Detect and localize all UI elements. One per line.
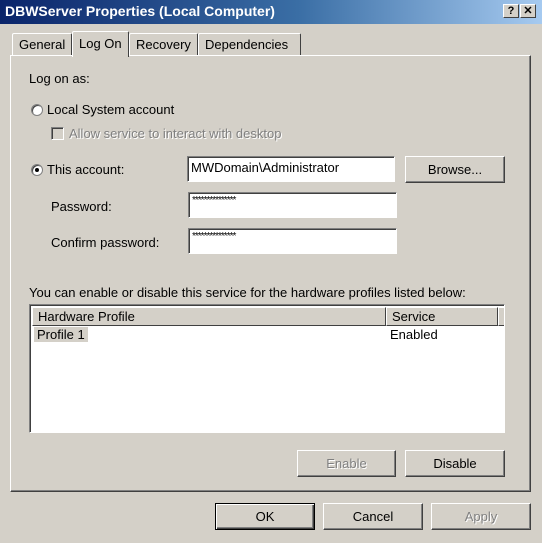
column-header-filler xyxy=(498,307,504,326)
help-button[interactable]: ? xyxy=(503,4,519,18)
local-system-radio[interactable] xyxy=(31,104,43,116)
column-header-service[interactable]: Service xyxy=(386,307,498,326)
local-system-label[interactable]: Local System account xyxy=(47,102,174,117)
table-row[interactable]: Profile 1 Enabled xyxy=(32,327,502,345)
interact-desktop-checkbox[interactable] xyxy=(51,127,64,140)
password-input[interactable]: *************** xyxy=(188,192,397,218)
hardware-profile-list[interactable]: Hardware Profile Service Profile 1 Enabl… xyxy=(29,304,505,433)
interact-desktop-label: Allow service to interact with desktop xyxy=(69,126,282,141)
cancel-button[interactable]: Cancel xyxy=(323,503,423,530)
window-title: DBWServer Properties (Local Computer) xyxy=(5,3,275,19)
tab-recovery[interactable]: Recovery xyxy=(129,33,198,55)
profiles-description: You can enable or disable this service f… xyxy=(29,285,466,300)
confirm-password-input[interactable]: *************** xyxy=(188,228,397,254)
this-account-radio[interactable] xyxy=(31,164,43,176)
close-button[interactable]: ✕ xyxy=(520,4,536,18)
column-header-hardware-profile[interactable]: Hardware Profile xyxy=(32,307,386,326)
account-name-input[interactable]: MWDomain\Administrator xyxy=(187,156,395,182)
this-account-label[interactable]: This account: xyxy=(47,162,124,177)
confirm-password-label: Confirm password: xyxy=(51,235,160,250)
ok-button[interactable]: OK xyxy=(215,503,315,530)
password-label: Password: xyxy=(51,199,112,214)
log-on-as-label: Log on as: xyxy=(29,71,90,86)
tab-general[interactable]: General xyxy=(12,33,72,55)
tab-log-on[interactable]: Log On xyxy=(72,31,129,57)
row-profile-cell: Profile 1 xyxy=(34,327,88,342)
close-icon: ✕ xyxy=(523,5,533,17)
browse-button[interactable]: Browse... xyxy=(405,156,505,183)
apply-button[interactable]: Apply xyxy=(431,503,531,530)
enable-button[interactable]: Enable xyxy=(297,450,396,477)
row-service-cell: Enabled xyxy=(390,327,438,342)
disable-button[interactable]: Disable xyxy=(405,450,505,477)
title-bar[interactable]: DBWServer Properties (Local Computer) ? … xyxy=(0,0,542,24)
tab-dependencies[interactable]: Dependencies xyxy=(198,33,301,55)
